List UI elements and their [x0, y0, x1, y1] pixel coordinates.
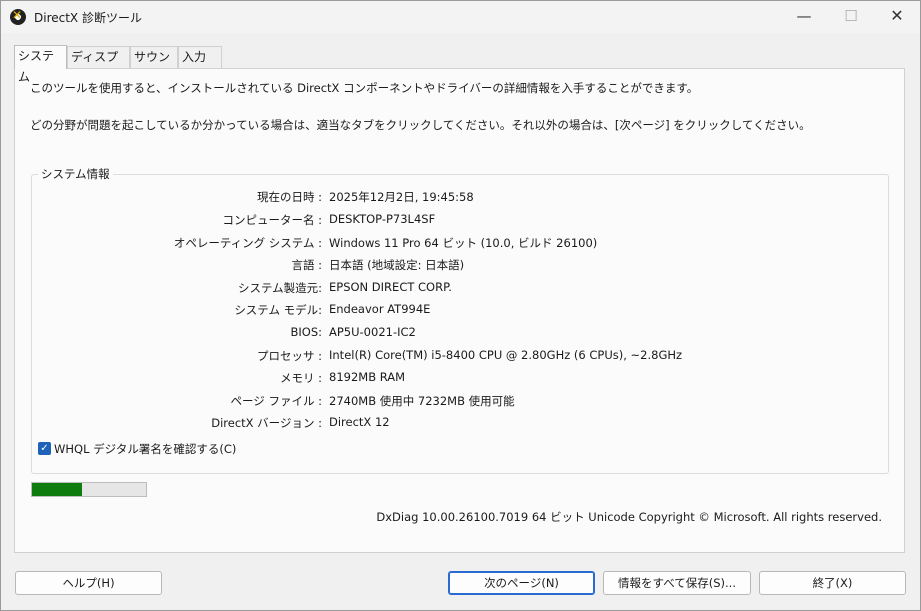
directx-app-icon: [10, 8, 26, 25]
progress-bar: [31, 482, 147, 497]
intro-text-2: どの分野が問題を起こしているか分かっている場合は、適当なタブをクリックしてくださ…: [30, 118, 811, 132]
info-label: 言語 :: [291, 258, 322, 272]
tab-sound[interactable]: サウンド: [130, 46, 178, 85]
tab-display[interactable]: ディスプレイ: [67, 46, 130, 85]
version-copyright-text: DxDiag 10.00.26100.7019 64 ビット Unicode C…: [376, 510, 882, 524]
system-tab-panel: このツールを使用すると、インストールされている DirectX コンポーネントや…: [14, 68, 905, 553]
info-row-model: システム モデル: Endeavor AT994E: [32, 302, 882, 320]
info-row-bios: BIOS: AP5U-0021-IC2: [32, 325, 882, 343]
minimize-button[interactable]: —: [781, 1, 827, 33]
info-label: プロセッサ :: [256, 349, 322, 363]
info-value: 2025年12月2日, 19:45:58: [329, 190, 474, 204]
checkmark-icon[interactable]: ✓: [38, 442, 51, 455]
maximize-button[interactable]: ☐: [828, 1, 874, 33]
info-value: Intel(R) Core(TM) i5-8400 CPU @ 2.80GHz …: [329, 348, 683, 362]
info-label: メモリ :: [279, 371, 322, 385]
info-value: Windows 11 Pro 64 ビット (10.0, ビルド 26100): [329, 236, 598, 250]
info-row-os: オペレーティング システム : Windows 11 Pro 64 ビット (1…: [32, 235, 882, 253]
close-button[interactable]: ✕: [874, 1, 920, 33]
system-info-title: システム情報: [38, 166, 113, 182]
title-bar[interactable]: DirectX 診断ツール — ☐ ✕: [1, 1, 920, 33]
info-label: オペレーティング システム :: [173, 236, 322, 250]
info-row-language: 言語 : 日本語 (地域設定: 日本語): [32, 257, 882, 275]
info-row-manufacturer: システム製造元: EPSON DIRECT CORP.: [32, 280, 882, 298]
info-label: ページ ファイル :: [230, 394, 322, 408]
help-button[interactable]: ヘルプ(H): [15, 571, 162, 595]
dxdiag-window: DirectX 診断ツール — ☐ ✕ システム ディスプレイ サウンド 入力 …: [0, 0, 921, 611]
window-title: DirectX 診断ツール: [34, 11, 142, 25]
info-label: BIOS:: [290, 325, 322, 339]
info-value: 2740MB 使用中 7232MB 使用可能: [329, 394, 515, 408]
info-row-computer-name: コンピューター名 : DESKTOP-P73L4SF: [32, 212, 882, 230]
info-value: DirectX 12: [329, 415, 390, 429]
system-info-group: システム情報 現在の日時 : 2025年12月2日, 19:45:58 コンピュ…: [31, 166, 889, 474]
info-value: Endeavor AT994E: [329, 302, 431, 316]
info-value: DESKTOP-P73L4SF: [329, 212, 436, 226]
info-row-directx-version: DirectX バージョン : DirectX 12: [32, 415, 882, 433]
info-label: システム モデル:: [234, 303, 322, 317]
info-value: 日本語 (地域設定: 日本語): [329, 258, 465, 272]
save-all-info-button[interactable]: 情報をすべて保存(S)...: [603, 571, 751, 595]
progress-fill: [32, 483, 83, 496]
info-value: AP5U-0021-IC2: [329, 325, 416, 339]
exit-button[interactable]: 終了(X): [759, 571, 906, 595]
info-label: 現在の日時 :: [256, 190, 322, 204]
tab-system[interactable]: システム: [14, 45, 67, 84]
info-row-datetime: 現在の日時 : 2025年12月2日, 19:45:58: [32, 189, 882, 207]
info-label: DirectX バージョン :: [211, 416, 322, 430]
next-page-button[interactable]: 次のページ(N): [448, 571, 595, 595]
info-label: コンピューター名 :: [222, 213, 322, 227]
tab-input[interactable]: 入力: [178, 46, 222, 68]
info-label: システム製造元:: [237, 281, 322, 295]
info-value: EPSON DIRECT CORP.: [329, 280, 452, 294]
info-value: 8192MB RAM: [329, 370, 406, 384]
whql-checkbox-label[interactable]: WHQL デジタル署名を確認する(C): [54, 441, 236, 457]
info-row-processor: プロセッサ : Intel(R) Core(TM) i5-8400 CPU @ …: [32, 348, 882, 366]
intro-text-1: このツールを使用すると、インストールされている DirectX コンポーネントや…: [30, 81, 699, 95]
info-row-memory: メモリ : 8192MB RAM: [32, 370, 882, 388]
info-row-page-file: ページ ファイル : 2740MB 使用中 7232MB 使用可能: [32, 393, 882, 411]
